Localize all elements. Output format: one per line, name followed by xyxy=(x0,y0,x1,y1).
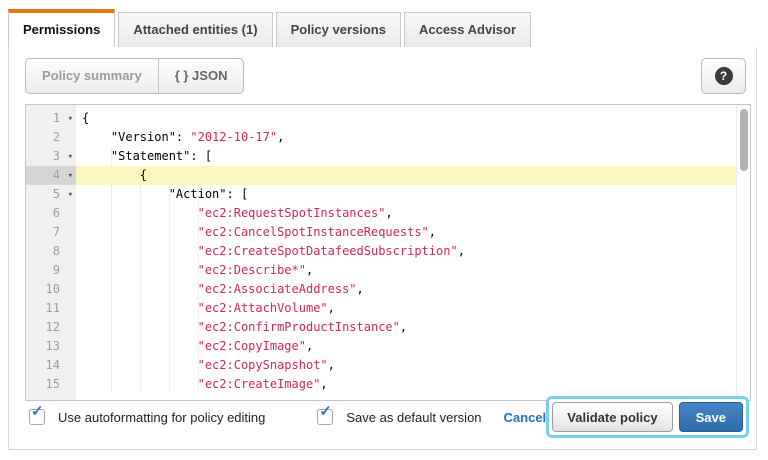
code-text: "Version": "2012-10-17", xyxy=(76,128,736,147)
code-rows: 1▾{2 "Version": "2012-10-17",3▾ "Stateme… xyxy=(26,109,736,394)
tab-access-advisor[interactable]: Access Advisor xyxy=(404,12,531,47)
default-version-label: Save as default version xyxy=(346,410,481,425)
line-number: 13 xyxy=(26,337,76,356)
permissions-panel: Policy summary { } JSON ? 1▾{2 "Version"… xyxy=(8,47,757,450)
line-number: 8 xyxy=(26,242,76,261)
code-line[interactable]: 14 "ec2:CopySnapshot", xyxy=(26,356,736,375)
tab-attached-entities-1[interactable]: Attached entities (1) xyxy=(118,12,272,47)
line-number: 2 xyxy=(26,128,76,147)
view-toggle-group: Policy summary { } JSON xyxy=(25,58,244,94)
json-code-editor[interactable]: 1▾{2 "Version": "2012-10-17",3▾ "Stateme… xyxy=(25,104,751,401)
editor-toolbar: Policy summary { } JSON ? xyxy=(9,47,756,104)
code-text: "ec2:Describe*", xyxy=(76,261,736,280)
fold-arrow-icon[interactable]: ▾ xyxy=(68,110,73,129)
policy-editor-page: PermissionsAttached entities (1)Policy v… xyxy=(0,0,768,460)
code-text: "ec2:CancelSpotInstanceRequests", xyxy=(76,223,736,242)
code-line[interactable]: 5▾ "Action": [ xyxy=(26,185,736,204)
code-line[interactable]: 2 "Version": "2012-10-17", xyxy=(26,128,736,147)
line-number: 11 xyxy=(26,299,76,318)
code-line[interactable]: 9 "ec2:Describe*", xyxy=(26,261,736,280)
cancel-link[interactable]: Cancel xyxy=(504,410,547,425)
code-line[interactable]: 10 "ec2:AssociateAddress", xyxy=(26,280,736,299)
code-line[interactable]: 3▾ "Statement": [ xyxy=(26,147,736,166)
line-number: 14 xyxy=(26,356,76,375)
check-icon: ✓ xyxy=(31,404,44,419)
code-text: "ec2:ConfirmProductInstance", xyxy=(76,318,736,337)
scrollbar-thumb[interactable] xyxy=(740,109,748,171)
tab-bar: PermissionsAttached entities (1)Policy v… xyxy=(8,9,757,48)
json-view-button[interactable]: { } JSON xyxy=(158,59,244,93)
code-text: "ec2:AssociateAddress", xyxy=(76,280,736,299)
line-number: 1▾ xyxy=(26,109,76,128)
autoformat-group: ✓ Use autoformatting for policy editing xyxy=(29,409,265,425)
tab-policy-versions[interactable]: Policy versions xyxy=(276,12,401,47)
policy-summary-button[interactable]: Policy summary xyxy=(26,59,158,93)
code-text: "ec2:CreateSpotDatafeedSubscription", xyxy=(76,242,736,261)
code-text: "ec2:CopySnapshot", xyxy=(76,356,736,375)
code-text: { xyxy=(76,109,736,128)
line-number: 7 xyxy=(26,223,76,242)
code-line[interactable]: 11 "ec2:AttachVolume", xyxy=(26,299,736,318)
code-line[interactable]: 8 "ec2:CreateSpotDatafeedSubscription", xyxy=(26,242,736,261)
help-button[interactable]: ? xyxy=(701,58,746,94)
code-text: { xyxy=(76,166,736,185)
editor-scrollbar[interactable] xyxy=(736,105,750,400)
line-number: 12 xyxy=(26,318,76,337)
code-text: "ec2:CopyImage", xyxy=(76,337,736,356)
code-line[interactable]: 13 "ec2:CopyImage", xyxy=(26,337,736,356)
line-number: 10 xyxy=(26,280,76,299)
code-line[interactable]: 7 "ec2:CancelSpotInstanceRequests", xyxy=(26,223,736,242)
code-text: "ec2:AttachVolume", xyxy=(76,299,736,318)
validate-policy-button[interactable]: Validate policy xyxy=(552,402,672,432)
line-number: 3▾ xyxy=(26,147,76,166)
autoformat-label: Use autoformatting for policy editing xyxy=(58,410,265,425)
code-line[interactable]: 1▾{ xyxy=(26,109,736,128)
action-buttons-focus-ring: Validate policy Save xyxy=(546,396,749,438)
line-number: 5▾ xyxy=(26,185,76,204)
default-version-group: ✓ Save as default version xyxy=(317,409,481,425)
fold-arrow-icon[interactable]: ▾ xyxy=(68,186,73,205)
code-line[interactable]: 4▾ { xyxy=(26,166,736,185)
editor-footer: ✓ Use autoformatting for policy editing … xyxy=(9,391,756,449)
code-line[interactable]: 6 "ec2:RequestSpotInstances", xyxy=(26,204,736,223)
line-number: 9 xyxy=(26,261,76,280)
tab-permissions[interactable]: Permissions xyxy=(8,9,115,48)
code-text: "Action": [ xyxy=(76,185,736,204)
save-button[interactable]: Save xyxy=(679,402,743,432)
help-icon: ? xyxy=(715,67,733,85)
autoformat-checkbox[interactable]: ✓ xyxy=(29,409,45,425)
code-text: "Statement": [ xyxy=(76,147,736,166)
default-version-checkbox[interactable]: ✓ xyxy=(317,409,333,425)
fold-arrow-icon[interactable]: ▾ xyxy=(68,148,73,167)
line-number: 6 xyxy=(26,204,76,223)
line-number: 4▾ xyxy=(26,166,76,185)
check-icon: ✓ xyxy=(319,404,332,419)
code-line[interactable]: 12 "ec2:ConfirmProductInstance", xyxy=(26,318,736,337)
code-text: "ec2:RequestSpotInstances", xyxy=(76,204,736,223)
fold-arrow-icon[interactable]: ▾ xyxy=(68,167,73,186)
